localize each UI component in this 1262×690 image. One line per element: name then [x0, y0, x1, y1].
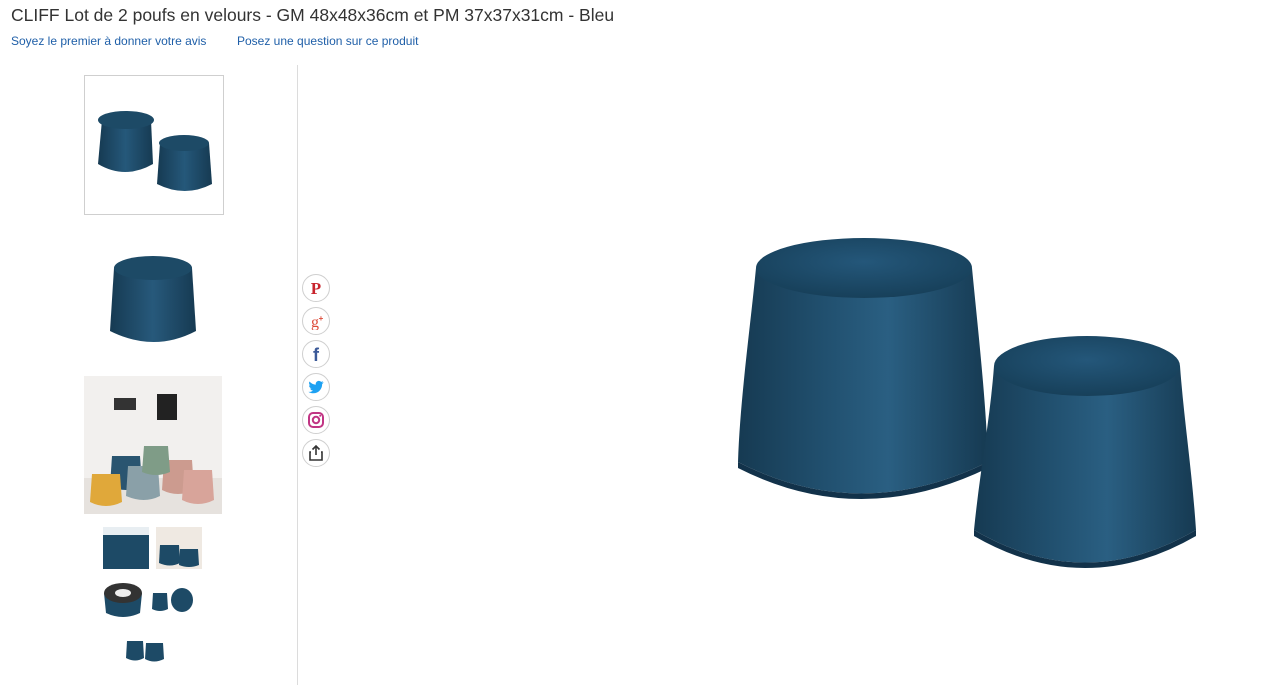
pouf-pair-small-thumb: [152, 588, 193, 612]
google-plus-icon: g +: [311, 314, 324, 330]
pouf-closeup-thumb: [103, 527, 149, 569]
share-generic-button[interactable]: [302, 439, 330, 467]
share-pinterest-button[interactable]: P: [302, 274, 330, 302]
svg-text:+: +: [319, 314, 324, 323]
share-google-plus-button[interactable]: g +: [302, 307, 330, 335]
twitter-icon: [308, 380, 324, 394]
pouf-pair-tiny-thumb: [126, 641, 164, 662]
thumbnail-pouf-top-open[interactable]: [100, 577, 146, 623]
thumbnail-pouf-room[interactable]: [156, 527, 202, 569]
pouf-pair-thumb: [98, 111, 212, 191]
main-product-image[interactable]: [700, 200, 1240, 600]
share-twitter-button[interactable]: [302, 373, 330, 401]
ask-question-link[interactable]: Posez une question sur ce produit: [237, 34, 418, 48]
thumbnail-pouf-closeup[interactable]: [103, 527, 149, 569]
share-instagram-button[interactable]: [302, 406, 330, 434]
thumbnail-pouf-lifestyle[interactable]: [84, 376, 222, 514]
thumbnail-pouf-pair[interactable]: [84, 75, 224, 215]
thumbnail-gallery: [0, 65, 296, 690]
pouf-lifestyle-thumb: [84, 376, 222, 514]
instagram-icon: [308, 412, 324, 428]
pouf-room-thumb: [156, 527, 202, 569]
pouf-single-thumb: [110, 256, 196, 342]
write-review-link[interactable]: Soyez le premier à donner votre avis: [11, 34, 206, 48]
thumbnail-pouf-pair-tiny[interactable]: [124, 635, 168, 665]
svg-text:P: P: [311, 279, 321, 297]
svg-text:f: f: [313, 345, 320, 363]
pouf-top-open-thumb: [104, 583, 142, 617]
facebook-icon: f: [313, 345, 320, 363]
thumbnail-pouf-pair-small[interactable]: [152, 583, 194, 617]
product-title: CLIFF Lot de 2 poufs en velours - GM 48x…: [11, 5, 615, 25]
pinterest-icon: P: [311, 279, 321, 297]
share-icon: [309, 444, 323, 461]
gallery-divider: [297, 65, 298, 685]
pouf-pair-main-image: [738, 238, 1196, 568]
thumbnail-pouf-single[interactable]: [84, 225, 222, 363]
share-facebook-button[interactable]: f: [302, 340, 330, 368]
